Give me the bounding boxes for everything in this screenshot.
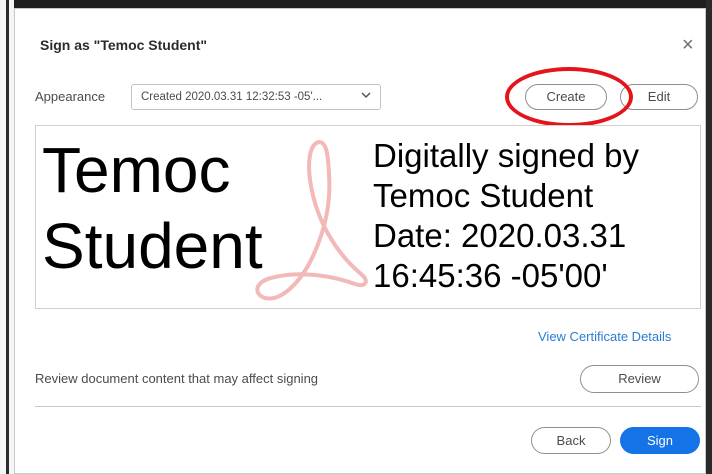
divider	[35, 406, 701, 407]
create-button[interactable]: Create	[525, 84, 607, 110]
close-icon[interactable]: ×	[682, 35, 694, 55]
review-button[interactable]: Review	[580, 365, 699, 393]
background-window-edge-left	[0, 0, 14, 474]
view-certificate-details-link[interactable]: View Certificate Details	[538, 329, 671, 344]
edit-button[interactable]: Edit	[620, 84, 698, 110]
appearance-selected-value: Created 2020.03.31 12:32:53 -05'...	[141, 91, 323, 103]
signature-name: Temoc Student	[42, 132, 263, 284]
back-button[interactable]: Back	[531, 427, 611, 454]
chevron-down-icon	[361, 90, 371, 102]
sign-dialog: Sign as "Temoc Student" × Appearance Cre…	[14, 8, 706, 474]
background-window-edge-right	[706, 0, 712, 474]
signature-name-line: Student	[42, 210, 263, 282]
appearance-label: Appearance	[35, 89, 106, 104]
signature-preview: Temoc Student Digitally signed by Temoc …	[35, 125, 701, 309]
acrobat-logo-icon	[255, 140, 368, 301]
review-description: Review document content that may affect …	[35, 371, 319, 386]
signature-detail-line: Digitally signed by	[373, 137, 639, 174]
signature-detail-line: Date: 2020.03.31	[373, 217, 627, 254]
signature-detail-line: 16:45:36 -05'00'	[373, 257, 608, 294]
signature-name-line: Temoc	[42, 134, 231, 206]
signature-details: Digitally signed by Temoc Student Date: …	[373, 136, 639, 296]
appearance-select[interactable]: Created 2020.03.31 12:32:53 -05'...	[131, 84, 381, 110]
sign-button[interactable]: Sign	[620, 427, 700, 454]
dialog-title: Sign as "Temoc Student"	[40, 37, 208, 53]
signature-detail-line: Temoc Student	[373, 177, 594, 214]
